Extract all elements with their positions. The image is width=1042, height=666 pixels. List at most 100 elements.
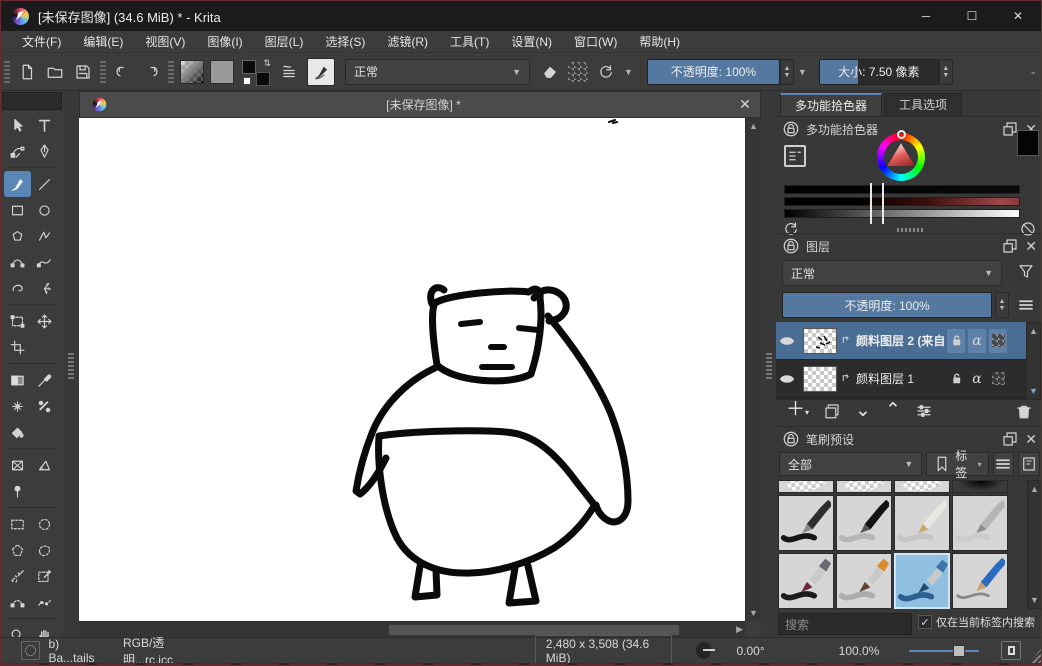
close-docker-icon[interactable]: ✕ [1025,238,1037,255]
tool-text[interactable] [31,112,58,138]
opacity-slider[interactable]: 不透明度: 100% [647,59,780,85]
layer-lock-icon[interactable] [947,367,965,391]
menu-选择[interactable]: 选择(S) [314,31,376,53]
toolbox-header[interactable] [2,92,62,110]
tool-polyline[interactable] [31,223,58,249]
hue-selector[interactable] [897,130,906,139]
tool-gradient[interactable] [4,367,31,393]
tool-measure[interactable] [31,452,58,478]
opacity-spinner[interactable]: ▲▼ [780,59,794,85]
toolbar-grip[interactable] [4,61,10,83]
menu-编辑[interactable]: 编辑(E) [72,31,134,53]
layer-style-icon[interactable] [840,372,853,385]
brush-filter-combo[interactable]: 全部 ▼ [779,452,922,476]
eraser-mode-button[interactable] [536,58,564,86]
menu-视图[interactable]: 视图(V) [134,31,196,53]
tool-move[interactable] [31,308,58,334]
tool-transform[interactable] [4,308,31,334]
docker-lock-icon[interactable] [782,430,800,448]
new-document-button[interactable] [13,58,41,86]
tool-assistant[interactable] [4,452,31,478]
color-wheel[interactable] [877,133,925,181]
layer-visibility-icon[interactable] [778,332,800,350]
tool-dyna[interactable] [4,275,31,301]
toolbar-grip[interactable] [168,61,174,83]
menu-图像[interactable]: 图像(I) [196,31,253,53]
layer-blend-mode-combo[interactable]: 正常 ▼ [782,260,1002,286]
tool-freehand-select[interactable] [31,537,58,563]
layer-visibility-icon[interactable] [778,370,800,388]
layer-alpha-lock-icon[interactable]: α [968,367,986,391]
toolbar-overflow-icon[interactable]: ⌄ [1025,66,1041,77]
brush-editor-button[interactable] [307,58,335,86]
brush-option-widget-icon[interactable] [275,58,303,86]
tool-polygon[interactable] [4,223,31,249]
brush-preset-tile[interactable] [778,480,834,493]
delete-layer-button[interactable] [1015,402,1033,420]
menu-帮助[interactable]: 帮助(H) [628,31,691,53]
scroll-up-icon[interactable]: ▲ [749,118,758,134]
pattern-chooser[interactable] [210,60,234,84]
scroll-down-icon[interactable]: ▼ [749,605,758,621]
fit-zoom-button[interactable] [1001,641,1020,660]
add-layer-button[interactable]: ＋▾ [786,400,809,423]
menu-文件[interactable]: 文件(F) [11,31,72,53]
tool-crop[interactable] [4,334,31,360]
brush-preset-tile[interactable] [778,495,834,551]
color-sliders[interactable] [784,185,1020,221]
layer-menu-icon[interactable] [1017,296,1035,314]
brush-preset-tile[interactable] [952,480,1008,493]
reload-preset-button[interactable] [592,58,620,86]
duplicate-layer-button[interactable] [823,402,841,420]
tag-button[interactable]: 标签 ▾ [926,452,988,476]
docker-splitter[interactable] [63,91,79,637]
layer-lock-icon[interactable] [947,329,965,353]
layer-row[interactable]: 颜料图层 1α [776,360,1026,398]
search-in-tag-checkbox[interactable]: ✓ [918,615,932,629]
tool-patch[interactable] [31,393,58,419]
window-resize-grip[interactable] [1029,649,1041,663]
layer-inherit-alpha-icon[interactable] [989,329,1007,353]
tool-magnetic-select[interactable] [31,589,58,615]
display-mode-button[interactable] [1018,452,1040,476]
menu-滤镜[interactable]: 滤镜(R) [376,31,439,53]
scrollbar-thumb[interactable] [389,625,679,635]
scroll-right-icon[interactable]: ▶ [736,624,743,635]
tab-advanced-color-selector[interactable]: 多功能拾色器 [780,93,882,116]
tool-cursor[interactable] [4,112,31,138]
menu-窗口[interactable]: 窗口(W) [563,31,628,53]
tool-bezier[interactable] [4,249,31,275]
scroll-down-icon[interactable]: ▼ [1030,592,1039,608]
layer-style-icon[interactable] [840,334,853,347]
selection-display-button[interactable] [21,641,40,660]
brush-preset-tile[interactable] [894,495,950,551]
save-button[interactable] [69,58,97,86]
brush-preset-tile[interactable] [952,495,1008,551]
move-layer-up-button[interactable]: ⌃ [885,401,901,421]
brush-preset-tile[interactable] [952,553,1008,609]
layer-opacity-slider[interactable]: 不透明度: 100% [782,292,992,318]
tool-calligraphy[interactable] [31,138,58,164]
redo-button[interactable] [137,58,165,86]
tool-line[interactable] [31,171,58,197]
tool-reference[interactable] [4,478,31,504]
layer-list-scrollbar[interactable]: ▲ ▼ [1026,322,1041,400]
tool-rect[interactable] [4,197,31,223]
tool-fill[interactable] [4,419,31,445]
move-layer-down-button[interactable]: ⌄ [855,401,871,421]
close-docker-icon[interactable]: ✕ [1025,431,1037,448]
brush-preset-tile[interactable] [894,553,950,609]
presets-menu-button[interactable] [993,452,1015,476]
chevron-down-icon[interactable]: ▼ [794,67,811,77]
tool-poly-select[interactable] [4,537,31,563]
brush-size-slider[interactable]: 大小: 7.50 像素 [819,59,939,85]
canvas-close-icon[interactable]: ✕ [730,96,760,113]
open-document-button[interactable] [41,58,69,86]
brush-preset-tile[interactable] [778,553,834,609]
maximize-button[interactable]: ☐ [949,1,995,31]
brush-preset-tile[interactable] [836,480,892,493]
brush-preset-tile[interactable] [836,495,892,551]
color-slider-marker[interactable] [870,183,884,224]
tool-freehand-path[interactable] [31,249,58,275]
layer-alpha-lock-icon[interactable]: α [968,329,986,353]
